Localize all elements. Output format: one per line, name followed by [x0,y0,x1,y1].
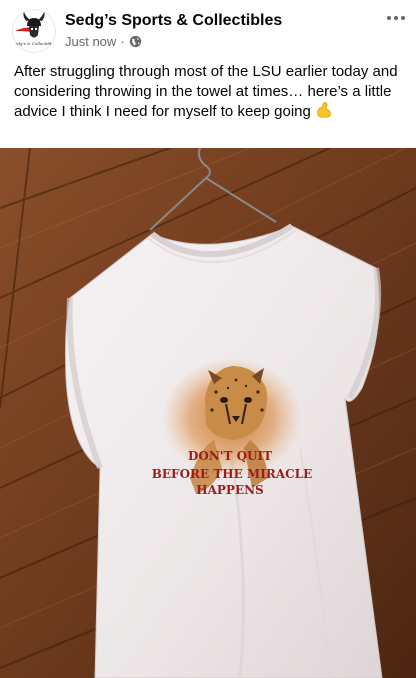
post-meta: Just now · [65,34,142,49]
shirt-print-line2: BEFORE THE MIRACLE [152,467,312,481]
more-horizontal-icon [387,16,405,20]
page-avatar[interactable]: Sedg's & Collectibles [12,9,56,53]
facebook-post: Sedg's & Collectibles Sedg’s Sports & Co… [0,0,416,678]
shirt-print-line1: DON'T QUIT [188,449,272,463]
page-name[interactable]: Sedg’s Sports & Collectibles [65,12,282,30]
meta-separator: · [120,34,125,49]
globe-icon[interactable] [129,35,142,48]
post-text: After struggling through most of the LSU… [14,62,412,122]
post-header: Sedg's & Collectibles Sedg’s Sports & Co… [0,0,416,56]
more-options-button[interactable] [382,6,410,30]
flexed-biceps-icon [315,101,333,119]
svg-text:Sedg's & Collectibles: Sedg's & Collectibles [12,41,55,46]
viking-helmet-logo-icon: Sedg's & Collectibles [12,9,56,53]
post-photo[interactable]: DON'T QUIT BEFORE THE MIRACLE HAPPENS [0,148,416,678]
tshirt-photo-image: DON'T QUIT BEFORE THE MIRACLE HAPPENS [0,148,416,678]
post-timestamp[interactable]: Just now [65,34,116,49]
shirt-print-line3: HAPPENS [196,483,263,497]
post-message: After struggling through most of the LSU… [14,63,398,120]
